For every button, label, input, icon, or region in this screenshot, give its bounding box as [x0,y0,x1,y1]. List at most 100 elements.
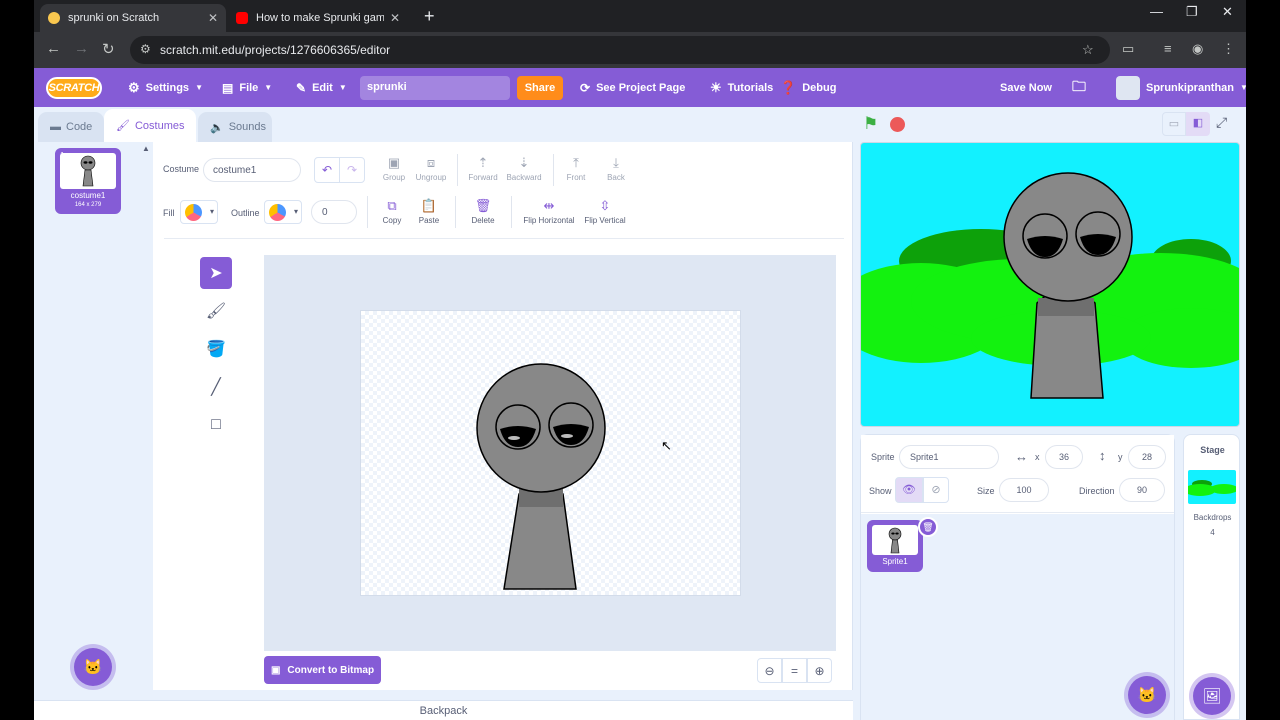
site-info-icon[interactable]: ⚙ [140,42,151,56]
tab-costumes[interactable]: 🖌 Costumes [104,109,196,142]
backward-button[interactable]: ⇣ Backward [502,155,546,182]
brush-tool-button[interactable]: 🖌 [200,295,232,327]
stage-selector[interactable]: Stage Backdrops 4 🖼 [1183,434,1240,720]
costume-name-input[interactable]: costume1 [203,158,301,182]
see-project-page-button[interactable]: ⟳ See Project Page [580,68,685,107]
file-label: File [239,81,259,94]
delete-button[interactable]: 🗑 Delete [463,198,503,225]
rectangle-tool-button[interactable]: □ [200,409,232,441]
direction-input[interactable]: 90 [1119,478,1165,502]
fill-color-picker[interactable]: ▾ [180,200,218,224]
paint-canvas-area[interactable]: ↖ [264,255,836,651]
media-icon[interactable]: ≡ [1164,41,1172,56]
size-input[interactable]: 100 [999,478,1049,502]
line-tool-button[interactable]: ╱ [200,371,232,403]
profile-icon[interactable]: ◉ [1192,41,1203,57]
outline-color-picker[interactable]: ▾ [264,200,302,224]
new-tab-icon[interactable]: + [424,6,435,27]
browser-window: sprunki on Scratch ✕ How to make Sprunki… [34,0,1246,720]
large-stage-button[interactable]: ◧ [1186,112,1210,136]
front-label: Front [566,173,586,182]
front-button[interactable]: ⤒ Front [561,155,591,182]
url-field[interactable]: ⚙ scratch.mit.edu/projects/1276606365/ed… [130,36,1110,64]
tutorials-button[interactable]: ☀ Tutorials [710,68,773,107]
small-stage-button[interactable]: ▭ [1162,112,1186,136]
browser-tab-youtube[interactable]: How to make Sprunki game in ✕ [228,4,408,32]
back-button[interactable]: ⤓ Back [601,155,631,182]
minimize-icon[interactable]: — [1150,4,1163,19]
scratch-logo[interactable]: SCRATCH [46,77,102,99]
fill-tool-button[interactable]: 🪣 [200,333,232,365]
file-menu[interactable]: ▤ File ▼ [222,68,272,107]
forward-icon[interactable]: → [74,40,89,57]
my-stuff-folder-icon[interactable]: 🗀 [1072,68,1086,107]
reload-icon[interactable]: ↻ [102,40,115,58]
browser-tab-scratch[interactable]: sprunki on Scratch ✕ [40,4,226,32]
chevron-down-icon: ▼ [338,83,347,92]
tab-code-label: Code [66,121,93,133]
debug-button[interactable]: ❓ Debug [780,68,836,107]
fullscreen-icon[interactable]: ⤢ [1216,114,1227,131]
chevron-down-icon: ▼ [195,83,203,92]
backdrop-thumbnail[interactable] [1188,470,1236,504]
maximize-icon[interactable]: ❐ [1186,4,1198,20]
forward-layer-icon: ⇡ [477,155,489,170]
tab-code[interactable]: ▬ Code [38,112,104,142]
paste-button[interactable]: 📋 Paste [412,198,446,225]
flip-horizontal-button[interactable]: ⇹ Flip Horizontal [519,198,579,225]
edit-menu[interactable]: ✎ Edit ▼ [296,68,347,107]
choose-sprite-button[interactable]: 🐱 [1128,676,1166,714]
arrow-cursor-icon: ➤ [209,265,223,282]
show-hidden-button[interactable]: ⊘ [923,477,949,503]
close-tab-icon[interactable]: ✕ [390,11,400,25]
close-window-icon[interactable]: ✕ [1222,4,1233,20]
project-title-input[interactable]: sprunki [360,76,510,100]
costume-thumbnail[interactable]: 1 costume1 164 x 279 [55,148,121,214]
flip-vertical-button[interactable]: ⇳ Flip Vertical [581,198,629,225]
redo-button[interactable]: ↷ [339,157,365,183]
stop-icon[interactable] [890,117,905,132]
scroll-up-icon[interactable]: ▲ [142,144,150,153]
youtube-favicon-icon [236,12,248,24]
tab-sounds[interactable]: 🔈 Sounds [198,112,272,142]
save-now-button[interactable]: Save Now [1000,68,1052,107]
y-input[interactable]: 28 [1128,445,1166,469]
outline-width-input[interactable]: 0 [311,200,357,224]
group-button[interactable]: ▣ Group [377,155,411,182]
zoom-reset-button[interactable]: = [782,658,807,683]
ungroup-button[interactable]: ⧈ Ungroup [413,155,449,182]
share-button[interactable]: Share [517,76,563,100]
show-visible-button[interactable]: 👁 [895,477,923,503]
undo-button[interactable]: ↶ [314,157,340,183]
copy-button[interactable]: ⧉ Copy [375,198,409,225]
stage-scene[interactable] [861,143,1240,427]
forward-button[interactable]: ⇡ Forward [465,155,501,182]
close-tab-icon[interactable]: ✕ [208,11,218,25]
sprite-thumbnail[interactable]: Sprite1 🗑 [867,517,938,572]
costume-drawing[interactable] [361,311,742,597]
brush-icon: 🖌 [205,303,227,320]
choose-backdrop-button[interactable]: 🖼 [1193,677,1231,715]
cat-add-icon: 🐱 [1137,687,1157,704]
green-flag-icon[interactable]: ⚑ [863,114,878,134]
back-label: Back [607,173,625,182]
zoom-in-button[interactable]: ⊕ [807,658,832,683]
select-tool-button[interactable]: ➤ [200,257,232,289]
backpack-bar[interactable]: Backpack [34,700,853,720]
sprite-name-input[interactable]: Sprite1 [899,445,999,469]
convert-to-bitmap-button[interactable]: ▣ Convert to Bitmap [264,656,381,684]
username-label: Sprunkipranthan [1146,81,1235,94]
paint-canvas[interactable] [360,310,741,596]
account-menu[interactable]: Sprunkipranthan ▼ [1116,68,1246,107]
bookmark-star-icon[interactable]: ☆ [1082,42,1094,58]
more-icon[interactable]: ⋮ [1222,41,1235,57]
cast-icon[interactable]: ▭ [1122,41,1134,57]
choose-costume-button[interactable]: 🐱 [74,648,112,686]
x-input[interactable]: 36 [1045,445,1083,469]
delete-sprite-button[interactable]: 🗑 [918,517,938,537]
settings-menu[interactable]: ⚙ Settings ▼ [128,68,203,107]
stage-canvas[interactable] [860,142,1240,427]
costume-list-scrollbar[interactable]: ▲ [141,142,151,690]
zoom-out-button[interactable]: ⊖ [757,658,782,683]
back-icon[interactable]: ← [46,40,61,57]
